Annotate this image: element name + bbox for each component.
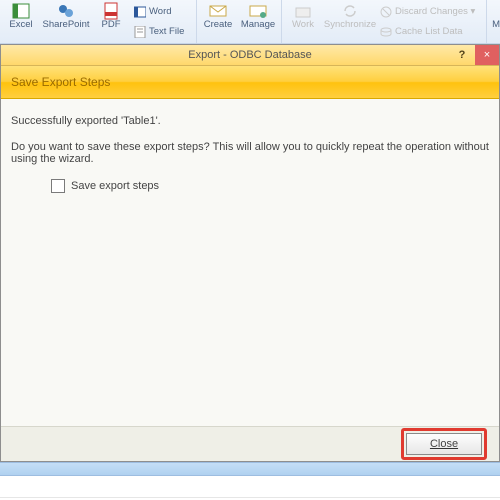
ribbon-col-discard-cache: Discard Changes ▾ Cache List Data (378, 0, 482, 43)
close-button-highlight: Close (401, 428, 487, 460)
create-email-button[interactable]: Create (199, 0, 237, 43)
dialog-title: Export - ODBC Database (188, 49, 312, 61)
moveto-button[interactable]: Move to (489, 0, 500, 43)
sync-label: Synchronize (324, 20, 376, 30)
ribbon-col-word-text: Word Text File (132, 0, 192, 43)
help-button[interactable]: ? (451, 45, 473, 65)
discard-button: Discard Changes ▾ (378, 2, 482, 21)
manage-label: Manage (241, 20, 275, 30)
sharepoint-icon (57, 2, 75, 20)
save-steps-checkbox[interactable] (51, 179, 65, 193)
create-label: Create (204, 20, 233, 30)
excel-button[interactable]: Excel (2, 0, 40, 43)
text-icon (134, 26, 146, 38)
save-steps-row: Save export steps (51, 179, 489, 193)
save-steps-label: Save export steps (71, 180, 159, 192)
close-button-label: Close (430, 438, 458, 450)
datasheet-grid[interactable] (0, 476, 500, 500)
ribbon-group-sharepoint: Work Synchronize Discard Changes ▾ Cache… (284, 0, 487, 43)
sharepoint-button[interactable]: SharePoint (42, 0, 90, 43)
success-message: Successfully exported 'Table1'. (11, 115, 489, 127)
pdf-button[interactable]: PDF (92, 0, 130, 43)
save-prompt-message: Do you want to save these export steps? … (11, 141, 489, 165)
excel-icon (12, 2, 30, 20)
dialog-subtitle: Save Export Steps (11, 75, 110, 89)
word-button[interactable]: Word (132, 2, 192, 21)
discard-label: Discard Changes ▾ (395, 7, 475, 17)
dialog-close-x[interactable]: × (475, 45, 499, 65)
sync-button: Synchronize (324, 0, 376, 43)
cache-icon (380, 26, 392, 38)
discard-icon (380, 6, 392, 18)
work-label: Work (292, 20, 314, 30)
ribbon-group-move: Move to (489, 0, 500, 43)
manage-button[interactable]: Manage (239, 0, 277, 43)
envelope-icon (209, 2, 227, 20)
sync-icon (341, 2, 359, 20)
export-dialog: Export - ODBC Database ? × Save Export S… (0, 44, 500, 462)
sharepoint-label: SharePoint (42, 20, 89, 30)
pdf-label: PDF (102, 20, 121, 30)
dialog-titlebar: Export - ODBC Database ? × (1, 45, 499, 66)
manage-icon (249, 2, 267, 20)
pdf-icon (102, 2, 120, 20)
excel-label: Excel (9, 20, 32, 30)
work-button: Work (284, 0, 322, 43)
close-button[interactable]: Close (406, 433, 482, 455)
cache-label: Cache List Data (395, 27, 463, 37)
textfile-label: Text File (149, 27, 184, 37)
moveto-label: Move to (492, 20, 500, 30)
word-icon (134, 6, 146, 18)
word-label: Word (149, 7, 172, 17)
cache-button: Cache List Data (378, 22, 482, 41)
ribbon-group-email: Create Manage (199, 0, 282, 43)
ribbon: Excel SharePoint PDF Word Text File Crea… (0, 0, 500, 44)
textfile-button[interactable]: Text File (132, 22, 192, 41)
work-icon (294, 2, 312, 20)
datasheet-header-strip (0, 462, 500, 476)
dialog-subtitle-bar: Save Export Steps (1, 66, 499, 99)
dialog-footer: Close (1, 426, 499, 461)
dialog-body: Successfully exported 'Table1'. Do you w… (1, 99, 499, 461)
ribbon-group-export: Excel SharePoint PDF Word Text File (2, 0, 197, 43)
